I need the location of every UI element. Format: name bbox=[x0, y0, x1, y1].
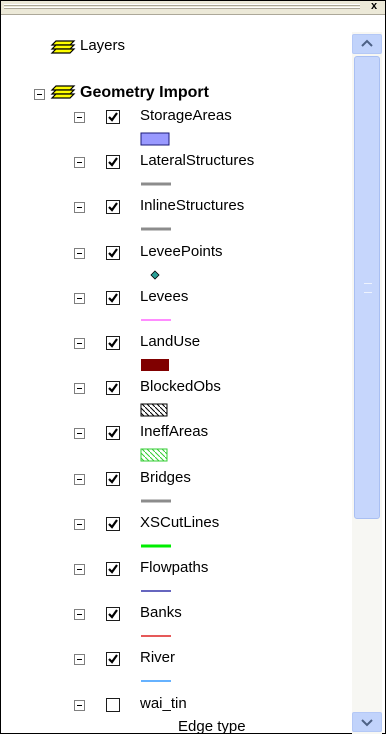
layer-label[interactable]: InlineStructures bbox=[140, 197, 244, 214]
group-collapse-toggle[interactable] bbox=[34, 89, 45, 100]
layer-visibility-checkbox[interactable] bbox=[106, 698, 120, 712]
layer-collapse-toggle[interactable] bbox=[74, 564, 85, 575]
line-swatch bbox=[140, 673, 174, 694]
line-swatch bbox=[140, 583, 174, 604]
checkmark-icon bbox=[108, 428, 118, 438]
layer-visibility-checkbox[interactable] bbox=[106, 472, 120, 486]
layer-visibility-checkbox[interactable] bbox=[106, 246, 120, 260]
layer-visibility-checkbox[interactable] bbox=[106, 607, 120, 621]
layer-visibility-checkbox[interactable] bbox=[106, 562, 120, 576]
checkmark-icon bbox=[108, 383, 118, 393]
line-swatch bbox=[140, 628, 174, 649]
checkmark-icon bbox=[108, 157, 118, 167]
line-swatch bbox=[140, 538, 174, 559]
checkmark-icon bbox=[108, 202, 118, 212]
layer-collapse-toggle[interactable] bbox=[74, 474, 85, 485]
layer-visibility-checkbox[interactable] bbox=[106, 200, 120, 214]
layer-collapse-toggle[interactable] bbox=[74, 248, 85, 259]
layer-collapse-toggle[interactable] bbox=[74, 202, 85, 213]
layer-collapse-toggle[interactable] bbox=[74, 112, 85, 123]
layer-visibility-checkbox[interactable] bbox=[106, 110, 120, 124]
layers-icon bbox=[50, 38, 78, 61]
line-swatch bbox=[140, 493, 174, 514]
checkmark-icon bbox=[108, 293, 118, 303]
hatch-swatch bbox=[140, 447, 170, 468]
layer-collapse-toggle[interactable] bbox=[74, 700, 85, 711]
checkmark-icon bbox=[108, 519, 118, 529]
fill-swatch bbox=[140, 357, 170, 378]
scroll-down-button[interactable] bbox=[352, 712, 382, 732]
layer-label[interactable]: Flowpaths bbox=[140, 559, 208, 576]
layer-sublabel: Edge type bbox=[178, 718, 246, 735]
line-swatch bbox=[140, 176, 174, 197]
layer-visibility-checkbox[interactable] bbox=[106, 426, 120, 440]
layer-label[interactable]: Levees bbox=[140, 288, 188, 305]
layer-visibility-checkbox[interactable] bbox=[106, 517, 120, 531]
layer-label[interactable]: XSCutLines bbox=[140, 514, 219, 531]
chevron-up-icon bbox=[361, 39, 373, 47]
checkmark-icon bbox=[108, 654, 118, 664]
checkmark-icon bbox=[108, 248, 118, 258]
group-label[interactable]: Geometry Import bbox=[80, 84, 209, 102]
scroll-thumb[interactable] bbox=[354, 56, 380, 519]
storage-area-swatch bbox=[140, 131, 170, 152]
layer-visibility-checkbox[interactable] bbox=[106, 381, 120, 395]
layers-root-label[interactable]: Layers bbox=[80, 37, 125, 54]
layer-label[interactable]: Banks bbox=[140, 604, 182, 621]
layer-label[interactable]: BlockedObs bbox=[140, 378, 221, 395]
layer-label[interactable]: LandUse bbox=[140, 333, 200, 350]
layer-label[interactable]: LateralStructures bbox=[140, 152, 254, 169]
layer-label[interactable]: River bbox=[140, 649, 175, 666]
layer-visibility-checkbox[interactable] bbox=[106, 291, 120, 305]
checkmark-icon bbox=[108, 564, 118, 574]
layer-collapse-toggle[interactable] bbox=[74, 519, 85, 530]
line-swatch bbox=[140, 312, 174, 333]
layer-collapse-toggle[interactable] bbox=[74, 654, 85, 665]
chevron-down-icon bbox=[361, 719, 373, 727]
layer-label[interactable]: StorageAreas bbox=[140, 107, 232, 124]
checkmark-icon bbox=[108, 338, 118, 348]
layer-label[interactable]: Bridges bbox=[140, 469, 191, 486]
line-swatch bbox=[140, 221, 174, 242]
layer-visibility-checkbox[interactable] bbox=[106, 652, 120, 666]
layer-collapse-toggle[interactable] bbox=[74, 383, 85, 394]
layer-collapse-toggle[interactable] bbox=[74, 293, 85, 304]
checkmark-icon bbox=[108, 112, 118, 122]
layer-visibility-checkbox[interactable] bbox=[106, 336, 120, 350]
layer-visibility-checkbox[interactable] bbox=[106, 155, 120, 169]
checkmark-icon bbox=[108, 474, 118, 484]
layer-collapse-toggle[interactable] bbox=[74, 609, 85, 620]
layer-label[interactable]: wai_tin bbox=[140, 695, 187, 712]
point-swatch bbox=[140, 267, 170, 288]
scroll-up-button[interactable] bbox=[352, 34, 382, 54]
layer-collapse-toggle[interactable] bbox=[74, 157, 85, 168]
group-layer-icon bbox=[50, 83, 78, 106]
checkmark-icon bbox=[108, 609, 118, 619]
layer-label[interactable]: LeveePoints bbox=[140, 243, 223, 260]
layer-collapse-toggle[interactable] bbox=[74, 428, 85, 439]
hatch-swatch bbox=[140, 402, 170, 423]
layer-label[interactable]: IneffAreas bbox=[140, 423, 208, 440]
layer-collapse-toggle[interactable] bbox=[74, 338, 85, 349]
